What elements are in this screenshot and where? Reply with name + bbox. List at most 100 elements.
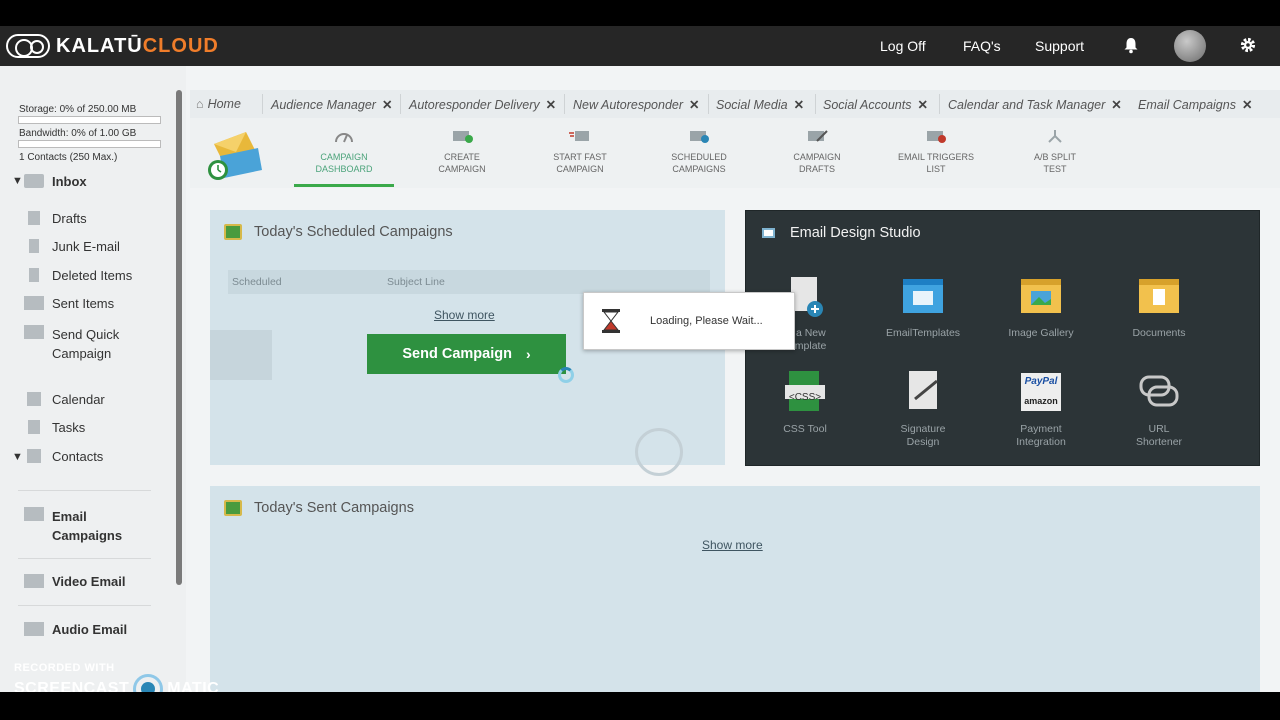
sidebar-item-label: Video Email bbox=[52, 574, 126, 589]
sidebar-item-tasks[interactable]: Tasks bbox=[24, 420, 85, 435]
close-icon[interactable]: ✕ bbox=[546, 98, 556, 112]
close-icon[interactable]: ✕ bbox=[917, 98, 927, 112]
storage-usage: Storage: 0% of 250.00 MB bbox=[19, 104, 137, 115]
tab-autoresponder-delivery[interactable]: Autoresponder Delivery ✕ bbox=[409, 97, 556, 112]
toolbar-label: DRAFTS bbox=[799, 164, 835, 174]
hourglass-icon bbox=[602, 309, 620, 333]
tab-calendar-and-task-manager[interactable]: Calendar and Task Manager ✕ bbox=[948, 97, 1122, 112]
panel-title: Today's Sent Campaigns bbox=[254, 500, 414, 516]
sidebar-item-email-campaigns[interactable]: Email Campaigns bbox=[24, 507, 122, 545]
sidebar-item-sent[interactable]: Sent Items bbox=[24, 296, 114, 311]
studio-email-templates[interactable]: EmailTemplates bbox=[868, 273, 978, 340]
user-avatar[interactable] bbox=[1174, 30, 1206, 62]
watermark-text-right: MATIC bbox=[167, 680, 220, 692]
log-off-link[interactable]: Log Off bbox=[880, 38, 926, 54]
divider bbox=[564, 94, 565, 114]
chevron-down-icon[interactable]: ▼ bbox=[12, 175, 23, 187]
tab-social-media[interactable]: Social Media ✕ bbox=[716, 97, 804, 112]
sidebar-item-drafts[interactable]: Drafts bbox=[24, 211, 87, 226]
studio-image-gallery[interactable]: Image Gallery bbox=[986, 273, 1096, 340]
trash-icon bbox=[29, 239, 39, 253]
close-icon[interactable]: ✕ bbox=[1242, 98, 1252, 112]
table-header: Scheduled Subject Line bbox=[228, 270, 710, 294]
divider bbox=[18, 558, 151, 559]
tab-new-autoresponder[interactable]: New Autoresponder ✕ bbox=[573, 97, 700, 112]
envelope-pencil-icon bbox=[808, 130, 828, 142]
storage-bar bbox=[18, 116, 161, 124]
toolbar-label: SCHEDULED bbox=[671, 152, 727, 162]
close-icon[interactable]: ✕ bbox=[689, 98, 699, 112]
calendar-icon bbox=[224, 500, 242, 516]
sidebar-item-contacts[interactable]: Contacts bbox=[24, 449, 103, 464]
sidebar-item-label: Email bbox=[52, 509, 87, 524]
sidebar-item-inbox[interactable]: Inbox bbox=[24, 174, 87, 189]
gear-icon[interactable] bbox=[1239, 36, 1257, 54]
calendar-icon bbox=[27, 392, 41, 406]
trash-icon bbox=[29, 268, 39, 282]
sidebar-item-send-quick-campaign[interactable]: Send Quick Campaign bbox=[24, 325, 119, 363]
kalatu-cloud-logo[interactable]: KALATŪCLOUD bbox=[6, 33, 219, 59]
studio-payment-integration[interactable]: PayPal amazon Payment Integration bbox=[986, 369, 1096, 449]
envelope-plus-icon bbox=[453, 131, 473, 143]
toolbar-ab-split-test[interactable]: A/B SPLIT TEST bbox=[1005, 128, 1105, 175]
toolbar-label: CREATE bbox=[444, 152, 480, 162]
sidebar-item-audio-email[interactable]: Audio Email bbox=[24, 622, 127, 637]
studio-item-label: Payment bbox=[1020, 423, 1062, 435]
paypal-logo-icon: PayPal bbox=[1024, 376, 1058, 387]
tab-label: Social Media bbox=[716, 98, 788, 112]
studio-documents[interactable]: Documents bbox=[1104, 273, 1214, 340]
bell-icon[interactable] bbox=[1122, 36, 1140, 54]
sidebar-item-calendar[interactable]: Calendar bbox=[24, 392, 105, 407]
toolbar-scheduled-campaigns[interactable]: SCHEDULED CAMPAIGNS bbox=[649, 128, 749, 175]
studio-item-label: URL bbox=[1148, 423, 1170, 435]
chevron-down-icon[interactable]: ▼ bbox=[12, 451, 23, 463]
studio-signature-design[interactable]: Signature Design bbox=[868, 369, 978, 449]
clipboard-icon bbox=[28, 420, 40, 434]
divider bbox=[262, 94, 263, 114]
studio-css-tool[interactable]: <CSS> CSS Tool bbox=[750, 369, 860, 436]
sidebar-item-deleted[interactable]: Deleted Items bbox=[24, 268, 132, 283]
signature-icon bbox=[909, 371, 938, 409]
tab-label: Calendar and Task Manager bbox=[948, 98, 1106, 112]
sidebar-item-video-email[interactable]: Video Email bbox=[24, 574, 125, 589]
sidebar-item-label: Junk E-mail bbox=[52, 239, 120, 254]
column-header-scheduled[interactable]: Scheduled bbox=[232, 276, 282, 288]
sidebar-scrollbar[interactable] bbox=[176, 90, 182, 585]
envelope-clock-icon bbox=[690, 131, 709, 143]
envelope-trigger-icon bbox=[927, 131, 946, 143]
tab-audience-manager[interactable]: Audience Manager ✕ bbox=[271, 97, 392, 112]
close-icon[interactable]: ✕ bbox=[1111, 98, 1121, 112]
show-more-link[interactable]: Show more bbox=[434, 308, 495, 322]
send-campaign-button[interactable]: Send Campaign › bbox=[367, 334, 566, 374]
watermark-caption: RECORDED WITH bbox=[14, 662, 115, 674]
toolbar-label: TEST bbox=[1043, 164, 1067, 174]
studio-url-shortener[interactable]: URL Shortener bbox=[1104, 369, 1214, 449]
toolbar-create-campaign[interactable]: CREATE CAMPAIGN bbox=[412, 128, 512, 175]
close-icon[interactable]: ✕ bbox=[382, 98, 392, 112]
tab-email-campaigns[interactable]: Email Campaigns ✕ bbox=[1138, 97, 1252, 112]
show-more-link[interactable]: Show more bbox=[702, 538, 763, 552]
fast-envelope-icon bbox=[569, 131, 589, 141]
toolbar-campaign-dashboard[interactable]: CAMPAIGN DASHBOARD bbox=[294, 128, 394, 175]
toolbar-label: CAMPAIGN bbox=[556, 164, 604, 174]
toolbar-label: CAMPAIGN bbox=[793, 152, 841, 162]
studio-item-label: EmailTemplates bbox=[885, 327, 961, 339]
css-icon: <CSS> bbox=[788, 392, 822, 403]
sidebar-item-label: Campaigns bbox=[52, 528, 123, 543]
toolbar-email-triggers-list[interactable]: EMAIL TRIGGERS LIST bbox=[886, 128, 986, 175]
support-link[interactable]: Support bbox=[1035, 38, 1084, 54]
studio-item-label: CSS Tool bbox=[783, 423, 827, 435]
sidebar-item-junk[interactable]: Junk E-mail bbox=[24, 239, 120, 254]
sidebar-item-label: Inbox bbox=[52, 174, 87, 189]
column-header-subject-line[interactable]: Subject Line bbox=[387, 276, 445, 288]
toolbar-campaign-drafts[interactable]: CAMPAIGN DRAFTS bbox=[767, 128, 867, 175]
faqs-link[interactable]: FAQ's bbox=[963, 38, 1001, 54]
tab-home[interactable]: ⌂ Home bbox=[196, 97, 241, 111]
screencast-logo-icon bbox=[133, 674, 164, 692]
split-icon bbox=[1048, 130, 1062, 143]
close-icon[interactable]: ✕ bbox=[794, 98, 804, 112]
toolbar-start-fast-campaign[interactable]: START FAST CAMPAIGN bbox=[530, 128, 630, 175]
logo-text-kalatu: KALATŪ bbox=[56, 34, 143, 57]
tab-social-accounts[interactable]: Social Accounts ✕ bbox=[823, 97, 928, 112]
envelope-icon bbox=[24, 325, 44, 339]
